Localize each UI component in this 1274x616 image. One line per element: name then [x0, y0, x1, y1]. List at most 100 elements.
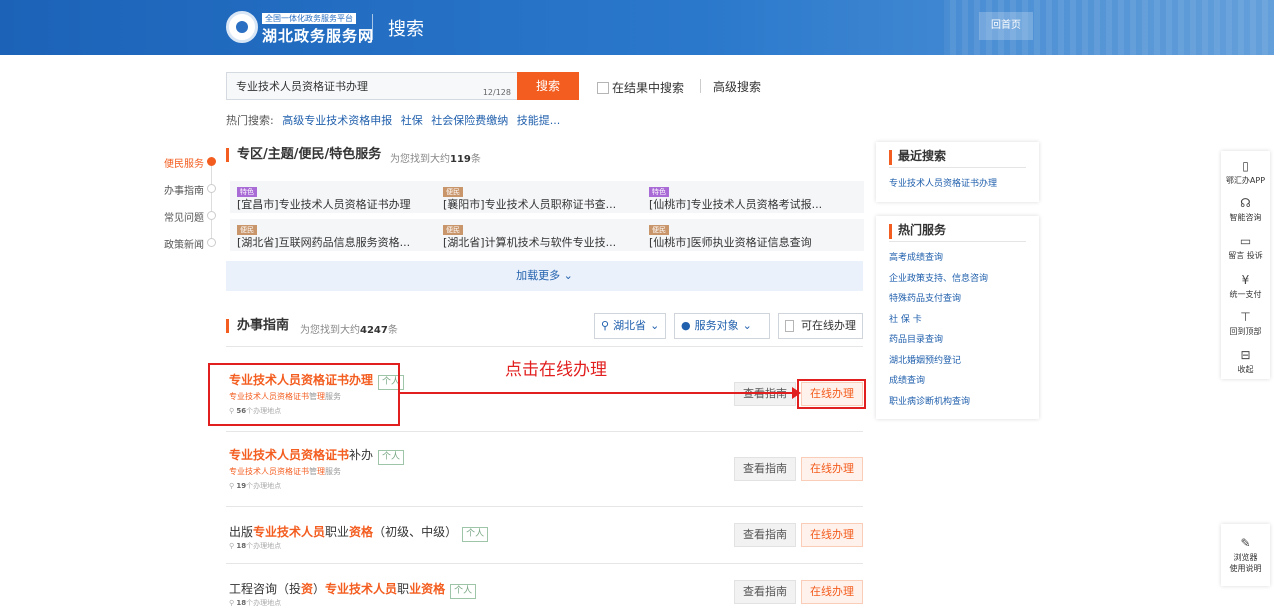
- hot-services-title: 热门服务: [889, 224, 1026, 239]
- side-nav-dot[interactable]: [207, 211, 216, 220]
- hot-service-link[interactable]: 社 保 卡: [889, 310, 1026, 331]
- location-pin-icon: ⚲: [229, 599, 235, 607]
- annotation-arrow-head: [792, 387, 801, 399]
- search-button[interactable]: 搜索: [517, 72, 579, 100]
- audience-badge: 个人: [378, 450, 405, 465]
- zone-card[interactable]: 便民 [湖北省]互联网药品信息服务资格...: [230, 219, 452, 251]
- zone-card[interactable]: 便民 [襄阳市]专业技术人员职称证书查...: [436, 181, 658, 213]
- leaf-icon: ✎: [1240, 536, 1251, 550]
- hot-service-link[interactable]: 企业政策支持、信息咨询: [889, 269, 1026, 290]
- zone-section-title: 专区/主题/便民/特色服务: [226, 148, 381, 162]
- side-nav-line: [211, 161, 212, 243]
- search-box: 12/128: [226, 72, 518, 100]
- smart-consult-button[interactable]: ☊ 智能咨询: [1221, 196, 1270, 223]
- view-guide-button[interactable]: 查看指南: [734, 457, 796, 481]
- hot-service-link[interactable]: 特殊药品支付查询: [889, 289, 1026, 310]
- app-download-button[interactable]: ▯ 鄂汇办APP: [1221, 159, 1270, 186]
- convenience-tag: 便民: [443, 187, 463, 197]
- view-guide-button[interactable]: 查看指南: [734, 580, 796, 604]
- convenience-tag: 便民: [443, 225, 463, 235]
- view-guide-button[interactable]: 查看指南: [734, 382, 796, 406]
- guide-item-locations[interactable]: ⚲ 18个办理地点: [229, 598, 281, 608]
- zone-card[interactable]: 特色 [仙桃市]专业技术人员资格考试报...: [642, 181, 864, 213]
- hot-searches: 热门搜索: 高级专业技术资格申报 社保 社会保险费缴纳 技能提...: [226, 112, 560, 128]
- zone-card[interactable]: 特色 [宜昌市]专业技术人员资格证书办理: [230, 181, 452, 213]
- search-in-results-label: 在结果中搜索: [612, 81, 685, 95]
- side-nav-item-guide[interactable]: 办事指南: [164, 182, 204, 197]
- site-name[interactable]: 湖北政务服务网: [262, 25, 374, 46]
- header-divider: [372, 14, 373, 40]
- divider: [226, 346, 863, 347]
- emblem-icon[interactable]: [226, 11, 258, 43]
- feedback-button[interactable]: ▭ 留言 投诉: [1221, 234, 1270, 261]
- zone-card-title: [襄阳市]专业技术人员职称证书查...: [443, 198, 617, 211]
- guide-item-locations[interactable]: ⚲ 19个办理地点: [229, 481, 281, 491]
- divider: [226, 506, 863, 507]
- search-input[interactable]: [227, 73, 467, 99]
- search-in-results-option[interactable]: 在结果中搜索: [597, 79, 684, 96]
- audience-badge: 个人: [450, 584, 477, 599]
- recent-search-link[interactable]: 专业技术人员资格证书办理: [889, 174, 1026, 195]
- hot-service-link[interactable]: 湖北婚姻预约登记: [889, 351, 1026, 372]
- hot-service-link[interactable]: 药品目录查询: [889, 330, 1026, 351]
- online-apply-button[interactable]: 在线办理: [801, 580, 863, 604]
- load-more-button[interactable]: 加载更多 ⌄: [226, 261, 863, 291]
- zone-card-title: [宜昌市]专业技术人员资格证书办理: [237, 198, 411, 211]
- page-title: 搜索: [388, 19, 424, 40]
- guide-item-title[interactable]: 工程咨询（投资）专业技术人员职业资格 个人: [229, 580, 477, 599]
- side-nav-dot[interactable]: [207, 184, 216, 193]
- convenience-tag: 便民: [649, 225, 669, 235]
- recent-searches-title: 最近搜索: [889, 150, 1026, 165]
- zone-result-count: 为您找到大约119条: [390, 154, 481, 165]
- advanced-search-link[interactable]: 高级搜索: [713, 78, 761, 95]
- guide-section-title: 办事指南: [226, 319, 289, 333]
- zone-card-title: [湖北省]互联网药品信息服务资格...: [237, 236, 411, 249]
- browser-guide-button[interactable]: ✎ 浏览器 使用说明: [1221, 524, 1270, 586]
- divider: [889, 167, 1026, 168]
- phone-icon: ▯: [1242, 159, 1249, 173]
- side-nav-dot[interactable]: [207, 238, 216, 247]
- location-pin-icon: ⚲: [229, 482, 235, 490]
- hot-keyword[interactable]: 高级专业技术资格申报: [282, 114, 392, 127]
- hot-services-panel: 热门服务 高考成绩查询 企业政策支持、信息咨询 特殊药品支付查询 社 保 卡 药…: [876, 216, 1039, 419]
- home-button[interactable]: 回首页: [979, 12, 1033, 40]
- annotation-arrow: [400, 392, 796, 394]
- zone-card-title: [仙桃市]医师执业资格证信息查询: [649, 236, 812, 249]
- hot-service-link[interactable]: 高考成绩查询: [889, 248, 1026, 269]
- guide-item-title[interactable]: 专业技术人员资格证书补办 个人: [229, 446, 405, 465]
- site-subtitle: 全国一体化政务服务平台: [262, 13, 356, 24]
- collapse-button[interactable]: ⊟ 收起: [1221, 348, 1270, 375]
- hot-service-link[interactable]: 成绩查询: [889, 371, 1026, 392]
- side-nav-item-convenience[interactable]: 便民服务: [164, 155, 204, 170]
- guide-item-title[interactable]: 出版专业技术人员职业资格（初级、中级） 个人: [229, 523, 489, 542]
- divider: [889, 241, 1026, 242]
- back-to-top-button[interactable]: ⊤ 回到顶部: [1221, 310, 1270, 337]
- side-nav-item-news[interactable]: 政策新闻: [164, 236, 204, 251]
- payment-button[interactable]: ¥ 统一支付: [1221, 273, 1270, 300]
- side-nav-item-faq[interactable]: 常见问题: [164, 209, 204, 224]
- hot-service-link[interactable]: 职业病诊断机构查询: [889, 392, 1026, 413]
- online-apply-button[interactable]: 在线办理: [801, 523, 863, 547]
- hot-searches-label: 热门搜索:: [226, 114, 274, 127]
- zone-card-title: [仙桃市]专业技术人员资格考试报...: [649, 198, 823, 211]
- hot-keyword[interactable]: 社保: [401, 114, 423, 127]
- hot-keyword[interactable]: 技能提...: [517, 114, 561, 127]
- message-icon: ▭: [1239, 234, 1252, 248]
- audience-filter[interactable]: ● 服务对象 ⌄: [674, 313, 770, 339]
- online-only-filter[interactable]: 可在线办理: [778, 313, 863, 339]
- hot-keyword[interactable]: 社会保险费缴纳: [431, 114, 508, 127]
- side-nav-dot[interactable]: [207, 157, 216, 166]
- view-guide-button[interactable]: 查看指南: [734, 523, 796, 547]
- chevron-down-icon: ⌄: [742, 319, 752, 332]
- zone-card[interactable]: 便民 [湖北省]计算机技术与软件专业技...: [436, 219, 658, 251]
- zone-card[interactable]: 便民 [仙桃市]医师执业资格证信息查询: [642, 219, 864, 251]
- online-apply-button[interactable]: 在线办理: [801, 457, 863, 481]
- divider: [226, 563, 863, 564]
- region-filter[interactable]: ⚲ 湖北省 ⌄: [594, 313, 666, 339]
- top-icon: ⊤: [1240, 310, 1251, 324]
- online-only-checkbox[interactable]: [785, 320, 794, 332]
- search-in-results-checkbox[interactable]: [597, 81, 609, 94]
- guide-item-locations[interactable]: ⚲ 18个办理地点: [229, 541, 281, 551]
- floating-toolbar: ▯ 鄂汇办APP ☊ 智能咨询 ▭ 留言 投诉 ¥ 统一支付 ⊤ 回到顶部 ⊟ …: [1221, 151, 1270, 379]
- convenience-tag: 便民: [237, 225, 257, 235]
